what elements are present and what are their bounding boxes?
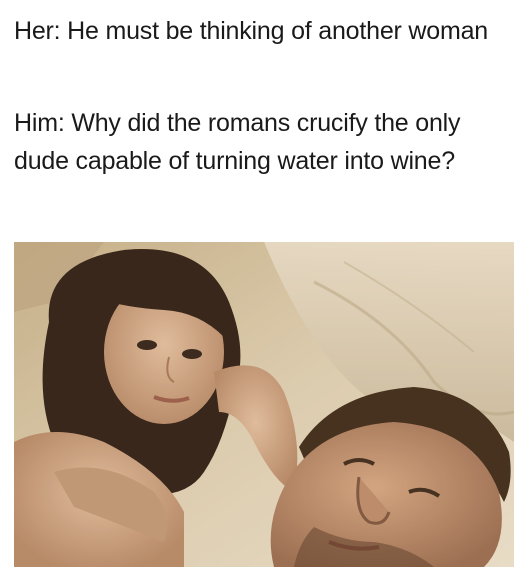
- her-caption: Her: He must be thinking of another woma…: [14, 17, 488, 45]
- him-caption: Him: Why did the romans crucify the only…: [14, 109, 461, 175]
- couple-in-bed-photo: [14, 242, 514, 567]
